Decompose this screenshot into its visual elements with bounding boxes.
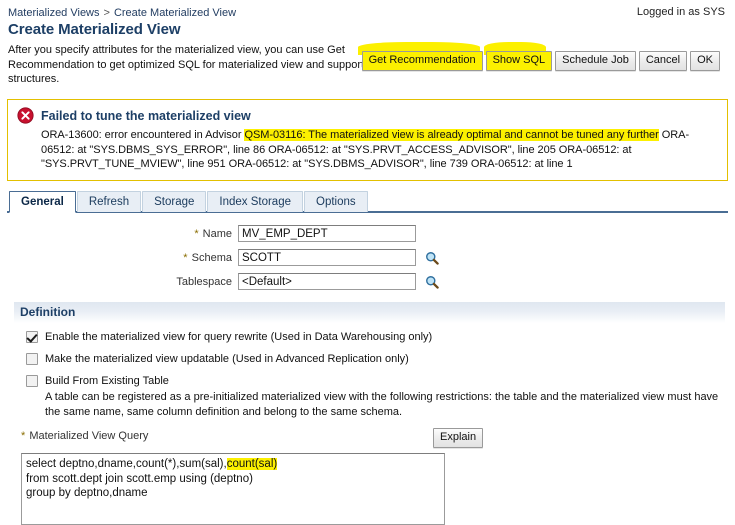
tablespace-search-lens-icon[interactable] (425, 275, 439, 289)
schedule-job-button[interactable]: Schedule Job (555, 51, 636, 71)
tab-index-storage[interactable]: Index Storage (207, 191, 303, 212)
breadcrumb-link-materialized-views[interactable]: Materialized Views (8, 7, 100, 19)
definition-section-bar: Definition (14, 301, 725, 323)
tablespace-label-text: Tablespace (176, 276, 232, 288)
schema-search-lens-icon[interactable] (425, 251, 439, 265)
get-recommendation-button[interactable]: Get Recommendation (362, 51, 483, 71)
query-label: * Materialized View Query (21, 430, 148, 442)
tab-options[interactable]: Options (304, 191, 368, 212)
error-title: Failed to tune the materialized view (41, 108, 251, 124)
show-sql-wrap: Show SQL (486, 51, 553, 71)
intro-region: After you specify attributes for the mat… (8, 43, 727, 89)
build-from-existing-table-label: Build From Existing Table (45, 375, 735, 388)
build-from-existing-table-checkbox[interactable] (26, 375, 38, 387)
breadcrumb-current: Create Materialized View (114, 7, 236, 19)
query-line1-plain: select deptno,dname,count(*),sum(sal), (26, 458, 227, 470)
logged-in-status: Logged in as SYS (637, 6, 725, 18)
page-title: Create Materialized View (8, 21, 727, 39)
error-circle-x-icon (17, 107, 34, 124)
build-from-existing-block: Build From Existing Table A table can be… (45, 375, 735, 419)
action-button-bar: Get Recommendation Show SQL Schedule Job… (362, 51, 720, 71)
materialized-view-query-textarea[interactable]: select deptno,dname,count(*),sum(sal),co… (21, 453, 445, 525)
tab-refresh[interactable]: Refresh (77, 191, 141, 212)
query-line1-highlight: count(sal) (227, 458, 278, 470)
query-header: * Materialized View Query Explain (0, 428, 735, 448)
schema-label-text: Schema (192, 252, 232, 264)
query-line3: group by deptno,dname (26, 487, 147, 499)
form-row-schema: * Schema (7, 248, 735, 267)
tablespace-label: Tablespace (7, 276, 238, 288)
enable-query-rewrite-label: Enable the materialized view for query r… (45, 331, 432, 344)
get-recommendation-wrap: Get Recommendation (362, 51, 483, 71)
schema-label: * Schema (7, 252, 238, 264)
form-row-tablespace: Tablespace (7, 272, 735, 291)
query-line2: from scott.dept join scott.emp using (de… (26, 473, 253, 485)
make-updatable-checkbox[interactable] (26, 353, 38, 365)
query-label-text: Materialized View Query (29, 430, 148, 442)
name-required-marker: * (194, 228, 199, 240)
definition-checkbox-row-query-rewrite: Enable the materialized view for query r… (26, 331, 735, 344)
error-message-box: Failed to tune the materialized view ORA… (7, 99, 728, 181)
definition-checkbox-row-updatable: Make the materialized view updatable (Us… (26, 353, 735, 366)
definition-section-title: Definition (14, 302, 725, 320)
build-from-existing-table-description: A table can be registered as a pre-initi… (45, 390, 735, 419)
breadcrumb-separator: > (100, 7, 114, 19)
tablespace-input[interactable] (238, 273, 416, 290)
error-detail-highlight: QSM-03116: The materialized view is alre… (244, 129, 658, 141)
show-sql-button[interactable]: Show SQL (486, 51, 553, 71)
name-label: * Name (7, 228, 238, 240)
enable-query-rewrite-checkbox[interactable] (26, 331, 38, 343)
ok-button[interactable]: OK (690, 51, 720, 71)
make-updatable-label: Make the materialized view updatable (Us… (45, 353, 409, 366)
schema-required-marker: * (183, 252, 188, 264)
tab-general[interactable]: General (9, 191, 76, 213)
tab-storage[interactable]: Storage (142, 191, 206, 212)
name-input[interactable] (238, 225, 416, 242)
page-header: Materialized Views>Create Materialized V… (0, 0, 735, 89)
definition-body: Enable the materialized view for query r… (0, 323, 735, 419)
schema-input[interactable] (238, 249, 416, 266)
query-required-marker: * (21, 430, 26, 442)
cancel-button[interactable]: Cancel (639, 51, 687, 71)
error-header: Failed to tune the materialized view (17, 107, 718, 124)
tab-bar: General Refresh Storage Index Storage Op… (7, 190, 728, 213)
intro-text: After you specify attributes for the mat… (8, 43, 400, 87)
error-detail-text: ORA-13600: error encountered in Advisor … (41, 128, 718, 172)
explain-button[interactable]: Explain (433, 428, 483, 448)
form-row-name: * Name (7, 224, 735, 243)
breadcrumb: Materialized Views>Create Materialized V… (8, 6, 727, 20)
name-label-text: Name (203, 228, 232, 240)
error-detail-part1: ORA-13600: error encountered in Advisor (41, 129, 244, 141)
general-form: * Name * Schema Tablespace (0, 224, 735, 291)
definition-checkbox-row-build-existing: Build From Existing Table A table can be… (26, 375, 735, 419)
